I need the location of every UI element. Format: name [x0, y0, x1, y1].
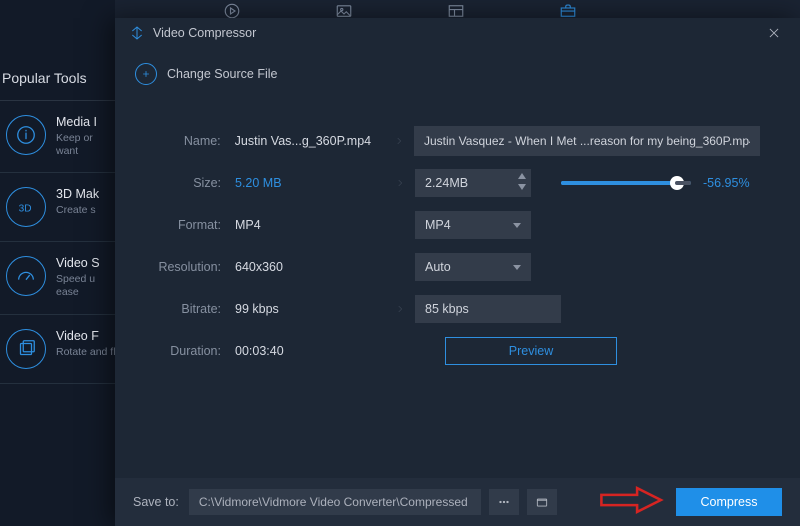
annotation-arrow — [598, 486, 666, 519]
target-bitrate: 85 kbps — [415, 295, 561, 323]
label-size: Size: — [135, 176, 235, 190]
label-format: Format: — [135, 218, 235, 232]
tool-sub: Create s — [56, 204, 99, 217]
target-name-input[interactable] — [414, 126, 760, 156]
save-path-input[interactable] — [189, 489, 481, 515]
footer: Save to: Compress — [115, 478, 800, 526]
source-resolution: 640x360 — [235, 260, 385, 274]
compression-percent: -56.95% — [703, 176, 750, 190]
sidebar-item-media-info[interactable]: Media I Keep or want — [0, 101, 115, 173]
open-folder-button[interactable] — [527, 489, 557, 515]
source-size: 5.20 MB — [235, 176, 385, 190]
compress-button[interactable]: Compress — [676, 488, 782, 516]
label-duration: Duration: — [135, 344, 235, 358]
source-duration: 00:03:40 — [235, 344, 355, 358]
titlebar: Video Compressor — [115, 18, 800, 48]
more-button[interactable] — [489, 489, 519, 515]
stepper-down[interactable] — [517, 182, 527, 192]
flip-icon — [6, 329, 46, 369]
row-bitrate: Bitrate: 99 kbps 85 kbps — [135, 288, 760, 330]
target-size-value: 2.24MB — [425, 176, 468, 190]
compressor-form: Name: Justin Vas...g_360P.mp4 Size: 5.20… — [115, 120, 800, 365]
tool-title: 3D Mak — [56, 187, 99, 201]
size-slider[interactable] — [561, 181, 691, 185]
tool-title: Video S — [56, 256, 100, 270]
source-format: MP4 — [235, 218, 385, 232]
source-bitrate: 99 kbps — [235, 302, 385, 316]
label-bitrate: Bitrate: — [135, 302, 235, 316]
change-source-button[interactable]: Change Source File — [115, 56, 800, 92]
label-resolution: Resolution: — [135, 260, 235, 274]
tool-sub: want — [56, 145, 97, 158]
info-icon — [6, 115, 46, 155]
target-resolution-select[interactable]: Auto — [415, 253, 531, 281]
sidebar-heading: Popular Tools — [0, 50, 115, 101]
compress-icon — [129, 25, 145, 41]
arrow-icon — [385, 302, 415, 316]
window-title: Video Compressor — [153, 26, 256, 40]
video-compressor-window: Video Compressor Change Source File Name… — [115, 18, 800, 526]
plus-icon — [135, 63, 157, 85]
sidebar: Popular Tools Media I Keep or want 3D 3D… — [0, 0, 115, 526]
row-format: Format: MP4 MP4 — [135, 204, 760, 246]
tool-sub: Speed u — [56, 273, 100, 286]
slider-thumb[interactable] — [670, 176, 684, 190]
row-size: Size: 5.20 MB 2.24MB -56.95% — [135, 162, 760, 204]
svg-text:3D: 3D — [19, 204, 32, 215]
3d-icon: 3D — [6, 187, 46, 227]
change-source-label: Change Source File — [167, 67, 277, 81]
row-name: Name: Justin Vas...g_360P.mp4 — [135, 120, 760, 162]
sidebar-item-3d-maker[interactable]: 3D 3D Mak Create s — [0, 173, 115, 242]
tool-sub: Keep or — [56, 132, 97, 145]
label-name: Name: — [135, 134, 235, 148]
arrow-icon — [385, 176, 415, 190]
source-name: Justin Vas...g_360P.mp4 — [235, 134, 384, 148]
preview-button[interactable]: Preview — [445, 337, 617, 365]
gauge-icon — [6, 256, 46, 296]
target-size-stepper[interactable]: 2.24MB — [415, 169, 531, 197]
tool-sub: ease — [56, 286, 100, 299]
sidebar-item-video-speed[interactable]: Video S Speed u ease — [0, 242, 115, 314]
tool-title: Media I — [56, 115, 97, 129]
target-format-select[interactable]: MP4 — [415, 211, 531, 239]
row-resolution: Resolution: 640x360 Auto — [135, 246, 760, 288]
sidebar-item-video-flip[interactable]: Video F Rotate and flip the video as you… — [0, 315, 115, 384]
save-to-label: Save to: — [133, 495, 179, 509]
close-button[interactable] — [762, 21, 786, 45]
stepper-up[interactable] — [517, 171, 527, 181]
arrow-icon — [384, 134, 414, 148]
